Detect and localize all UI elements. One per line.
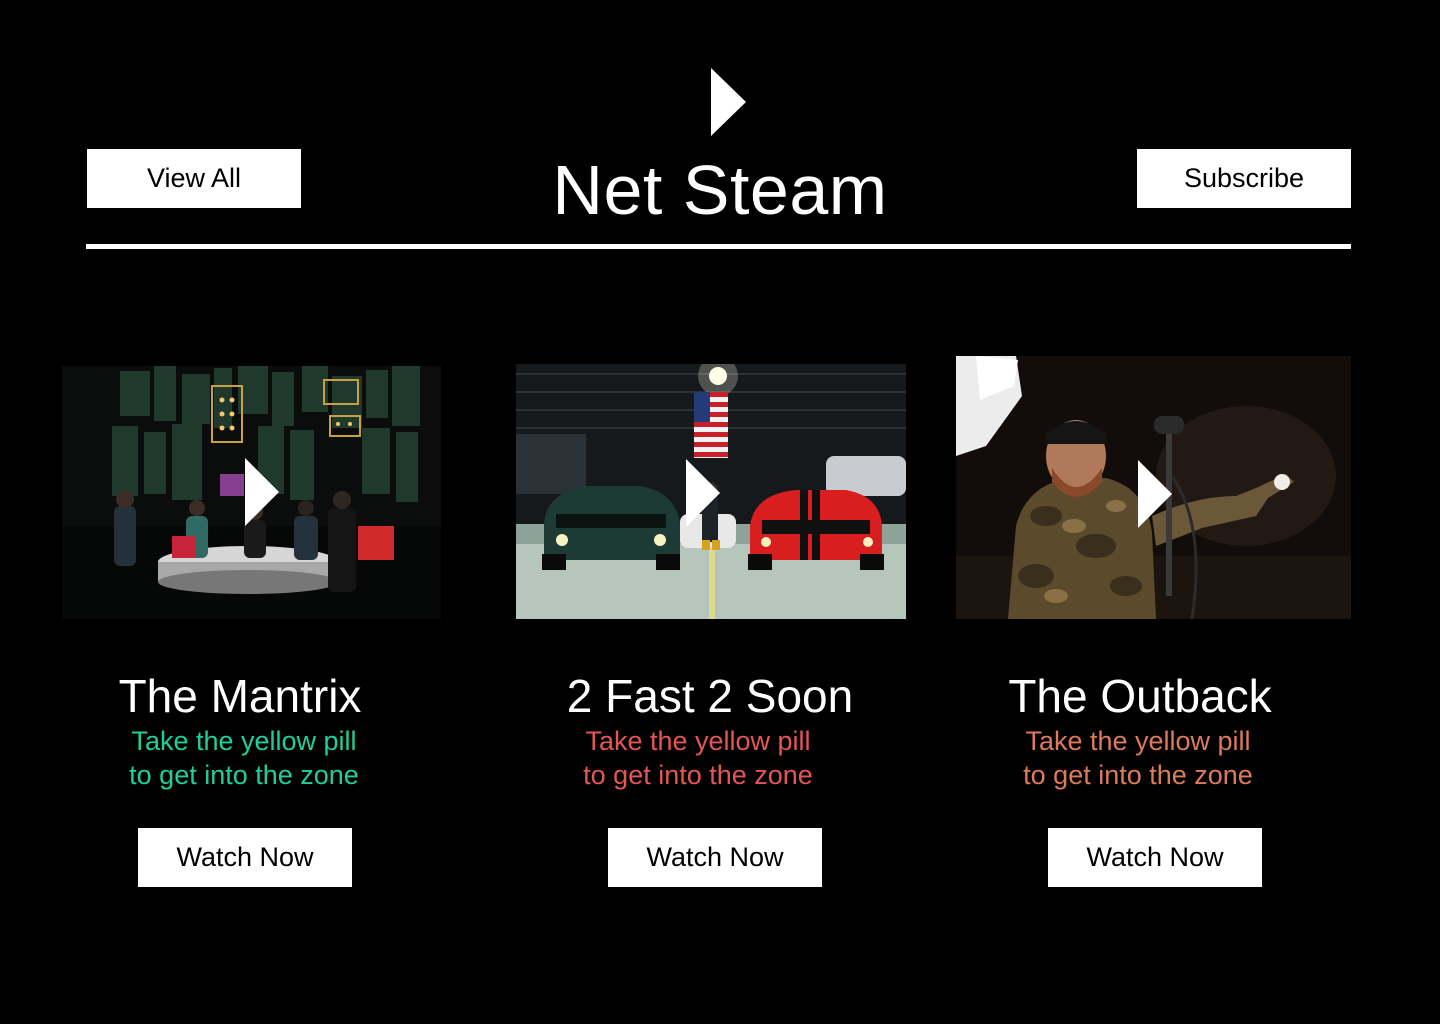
watch-now-button-mantrix[interactable]: Watch Now — [138, 828, 352, 887]
play-icon[interactable] — [1138, 460, 1172, 528]
video-thumbnail-2-fast-2-soon[interactable] — [516, 364, 906, 619]
net-steam-page: Net Steam View All Subscribe The Mantrix… — [0, 0, 1440, 1024]
view-all-button[interactable]: View All — [87, 149, 301, 208]
card-tagline-mantrix: Take the yellow pill to get into the zon… — [14, 724, 474, 792]
card-tagline-outback: Take the yellow pill to get into the zon… — [908, 724, 1368, 792]
tagline-line-2: to get into the zone — [1023, 760, 1253, 790]
watch-now-button-outback[interactable]: Watch Now — [1048, 828, 1262, 887]
tagline-line-1: Take the yellow pill — [585, 726, 811, 756]
card-title-2-fast-2-soon: 2 Fast 2 Soon — [566, 670, 854, 722]
card-tagline-2-fast-2-soon: Take the yellow pill to get into the zon… — [468, 724, 928, 792]
watch-now-button-2-fast-2-soon[interactable]: Watch Now — [608, 828, 822, 887]
subscribe-button[interactable]: Subscribe — [1137, 149, 1351, 208]
play-icon[interactable] — [245, 458, 279, 526]
header-divider — [86, 244, 1351, 249]
card-title-mantrix: The Mantrix — [118, 670, 362, 722]
play-icon[interactable] — [686, 459, 720, 527]
card-title-outback: The Outback — [1008, 670, 1272, 722]
tagline-line-1: Take the yellow pill — [1025, 726, 1251, 756]
brand-title: Net Steam — [552, 151, 888, 229]
tagline-line-2: to get into the zone — [583, 760, 813, 790]
tagline-line-1: Take the yellow pill — [131, 726, 357, 756]
play-logo-icon — [711, 68, 746, 136]
video-thumbnail-mantrix[interactable] — [62, 366, 441, 619]
tagline-line-2: to get into the zone — [129, 760, 359, 790]
video-thumbnail-outback[interactable] — [956, 356, 1351, 619]
